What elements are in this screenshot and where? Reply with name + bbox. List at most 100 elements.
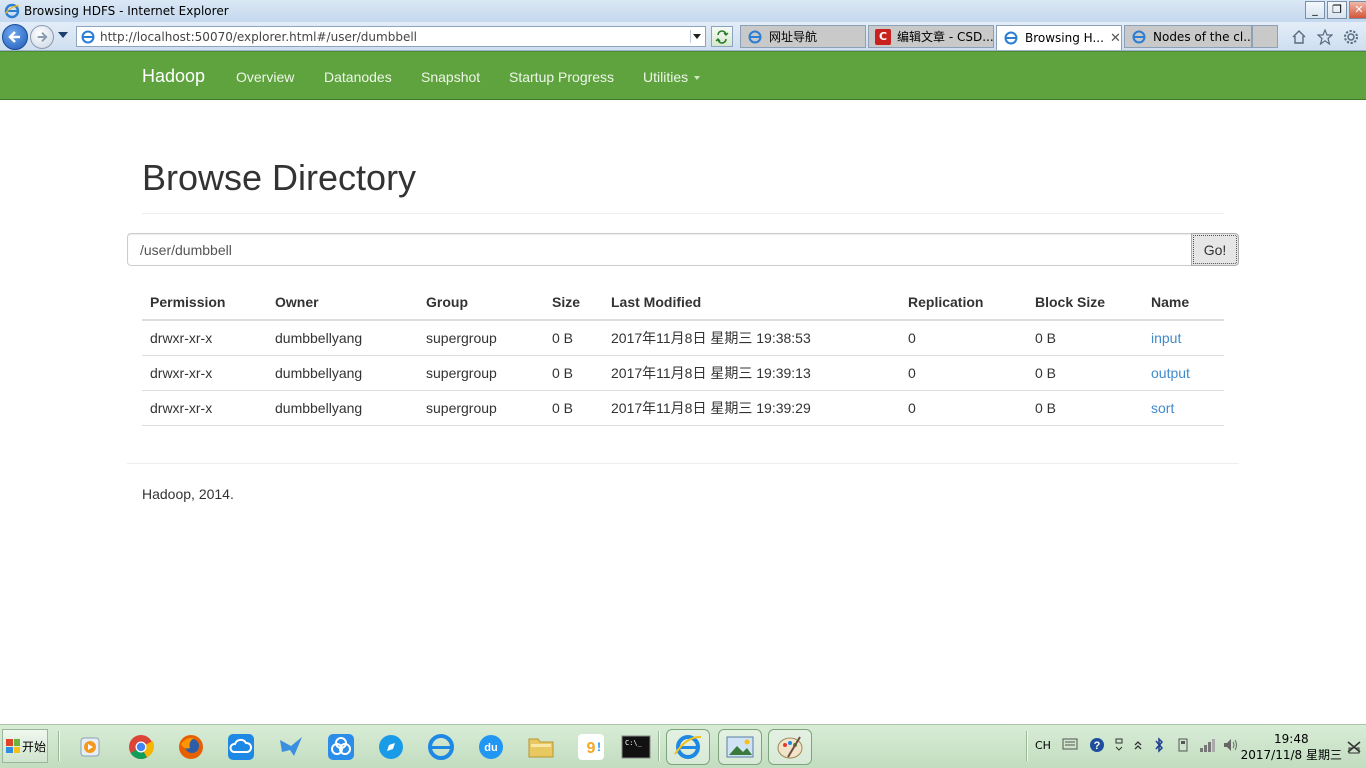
taskbar-separator: [58, 731, 60, 761]
nav-startup-progress[interactable]: Startup Progress: [509, 69, 614, 85]
media-player-icon[interactable]: [75, 732, 105, 762]
firefox-icon[interactable]: [176, 732, 206, 762]
cell-permission: drwxr-xr-x: [142, 355, 267, 391]
window-titlebar: Browsing HDFS - Internet Explorer _ ❐ ✕: [0, 0, 1366, 22]
system-clock[interactable]: 19:48 2017/11/8 星期三: [1241, 731, 1342, 763]
new-tab-button[interactable]: [1252, 25, 1278, 48]
refresh-button[interactable]: [711, 26, 733, 47]
caret-down-icon: [694, 76, 701, 81]
cell-last-modified: 2017年11月8日 星期三 19:38:53: [603, 320, 900, 356]
address-dropdown-icon[interactable]: [690, 30, 703, 43]
arrow-left-icon: [8, 31, 20, 43]
cloud-drive-icon[interactable]: [226, 732, 256, 762]
home-icon[interactable]: [1290, 28, 1308, 46]
minimize-button[interactable]: _: [1305, 1, 1325, 19]
usb-device-icon[interactable]: [1176, 737, 1190, 756]
arrow-right-icon: [37, 32, 48, 42]
nav-snapshot[interactable]: Snapshot: [421, 69, 480, 85]
nav-utilities-label: Utilities: [643, 69, 689, 85]
dir-link-input[interactable]: input: [1151, 330, 1181, 346]
edge-browser-icon[interactable]: [426, 732, 456, 762]
folder-icon[interactable]: [526, 732, 556, 762]
go-button[interactable]: Go!: [1191, 233, 1239, 266]
address-url[interactable]: http://localhost:50070/explorer.html#/us…: [100, 30, 417, 44]
help-icon[interactable]: ?: [1089, 737, 1105, 756]
cell-name: sort: [1143, 390, 1224, 426]
cell-replication: 0: [900, 390, 1027, 426]
tab-label: Nodes of the cl...: [1153, 29, 1252, 44]
taskbar-separator: [658, 731, 660, 761]
col-group[interactable]: Group: [418, 285, 544, 321]
footer-text: Hadoop, 2014.: [142, 486, 234, 502]
tab-label: Browsing H...: [1025, 31, 1104, 45]
input-language[interactable]: CH: [1035, 739, 1051, 752]
col-name[interactable]: Name: [1143, 285, 1224, 321]
tab-csdn[interactable]: C 编辑文章 - CSD...: [868, 25, 994, 48]
col-replication[interactable]: Replication: [900, 285, 1027, 321]
baidu-cloud-icon[interactable]: [326, 732, 356, 762]
favorites-star-icon[interactable]: [1316, 28, 1334, 46]
navbar-brand[interactable]: Hadoop: [142, 66, 205, 87]
gear-icon[interactable]: [1342, 28, 1360, 46]
browser-toolbar: http://localhost:50070/explorer.html#/us…: [0, 22, 1366, 51]
close-window-button[interactable]: ✕: [1349, 1, 1366, 19]
title-divider: [142, 213, 1224, 214]
cell-permission: drwxr-xr-x: [142, 390, 267, 426]
col-size[interactable]: Size: [544, 285, 603, 321]
cell-last-modified: 2017年11月8日 星期三 19:39:29: [603, 390, 900, 426]
window-controls: _ ❐ ✕: [1305, 1, 1366, 19]
start-label: 开始: [22, 739, 47, 754]
col-permission[interactable]: Permission: [142, 285, 267, 321]
svg-text:du: du: [484, 742, 497, 754]
volume-icon[interactable]: [1222, 737, 1240, 756]
network-signal-icon[interactable]: [1199, 737, 1217, 756]
col-block-size[interactable]: Block Size: [1027, 285, 1143, 321]
nav-datanodes[interactable]: Datanodes: [324, 69, 392, 85]
col-owner[interactable]: Owner: [267, 285, 418, 321]
svg-text:!: !: [597, 740, 601, 754]
command-prompt-icon[interactable]: C:\_: [621, 732, 651, 762]
window-title: Browsing HDFS - Internet Explorer: [24, 4, 229, 18]
dir-link-output[interactable]: output: [1151, 365, 1190, 381]
tray-options-icon[interactable]: [1114, 737, 1124, 756]
hadoop-navbar: Hadoop Overview Datanodes Snapshot Start…: [0, 51, 1366, 100]
cell-name: input: [1143, 320, 1224, 356]
baidu-du-icon[interactable]: du: [476, 732, 506, 762]
paint-icon[interactable]: [768, 729, 812, 765]
tab-label: 编辑文章 - CSD...: [897, 30, 994, 44]
address-bar[interactable]: http://localhost:50070/explorer.html#/us…: [76, 26, 706, 47]
tab-close-icon[interactable]: ✕: [1110, 31, 1121, 46]
photo-viewer-icon[interactable]: [718, 729, 762, 765]
svg-text:C:\_: C:\_: [625, 739, 643, 747]
back-button[interactable]: [2, 24, 28, 50]
tab-nav-sites[interactable]: 网址导航: [740, 25, 866, 48]
start-button[interactable]: 开始: [2, 729, 48, 763]
nav-utilities[interactable]: Utilities: [643, 69, 701, 85]
tab-nodes-cluster[interactable]: Nodes of the cl...: [1124, 25, 1252, 48]
bluetooth-icon[interactable]: [1153, 737, 1165, 756]
compass-app-icon[interactable]: [376, 732, 406, 762]
cell-replication: 0: [900, 355, 1027, 391]
col-last-modified[interactable]: Last Modified: [603, 285, 900, 321]
chevron-up-icon[interactable]: [1133, 737, 1143, 756]
directory-path-input[interactable]: [127, 233, 1192, 266]
history-dropdown[interactable]: [58, 32, 68, 38]
table-row: drwxr-xr-x dumbbellyang supergroup 0 B 2…: [142, 390, 1224, 426]
messenger-bird-icon[interactable]: [276, 732, 306, 762]
restore-button[interactable]: ❐: [1327, 1, 1347, 19]
keyboard-icon[interactable]: [1062, 737, 1078, 754]
windows-logo-icon: [6, 739, 20, 753]
dir-link-sort[interactable]: sort: [1151, 400, 1174, 416]
chrome-icon[interactable]: [126, 732, 156, 762]
cell-last-modified: 2017年11月8日 星期三 19:39:13: [603, 355, 900, 391]
cell-size: 0 B: [544, 320, 603, 356]
forward-button[interactable]: [30, 25, 54, 49]
cell-owner: dumbbellyang: [267, 390, 418, 426]
ninety-one-icon[interactable]: 9!: [576, 732, 606, 762]
tab-browsing-hdfs[interactable]: Browsing H... ✕: [996, 25, 1122, 50]
browser-tools: [1290, 28, 1360, 46]
action-center-icon[interactable]: [1346, 739, 1362, 755]
cell-owner: dumbbellyang: [267, 355, 418, 391]
internet-explorer-taskbar-icon[interactable]: [666, 729, 710, 765]
nav-overview[interactable]: Overview: [236, 69, 294, 85]
